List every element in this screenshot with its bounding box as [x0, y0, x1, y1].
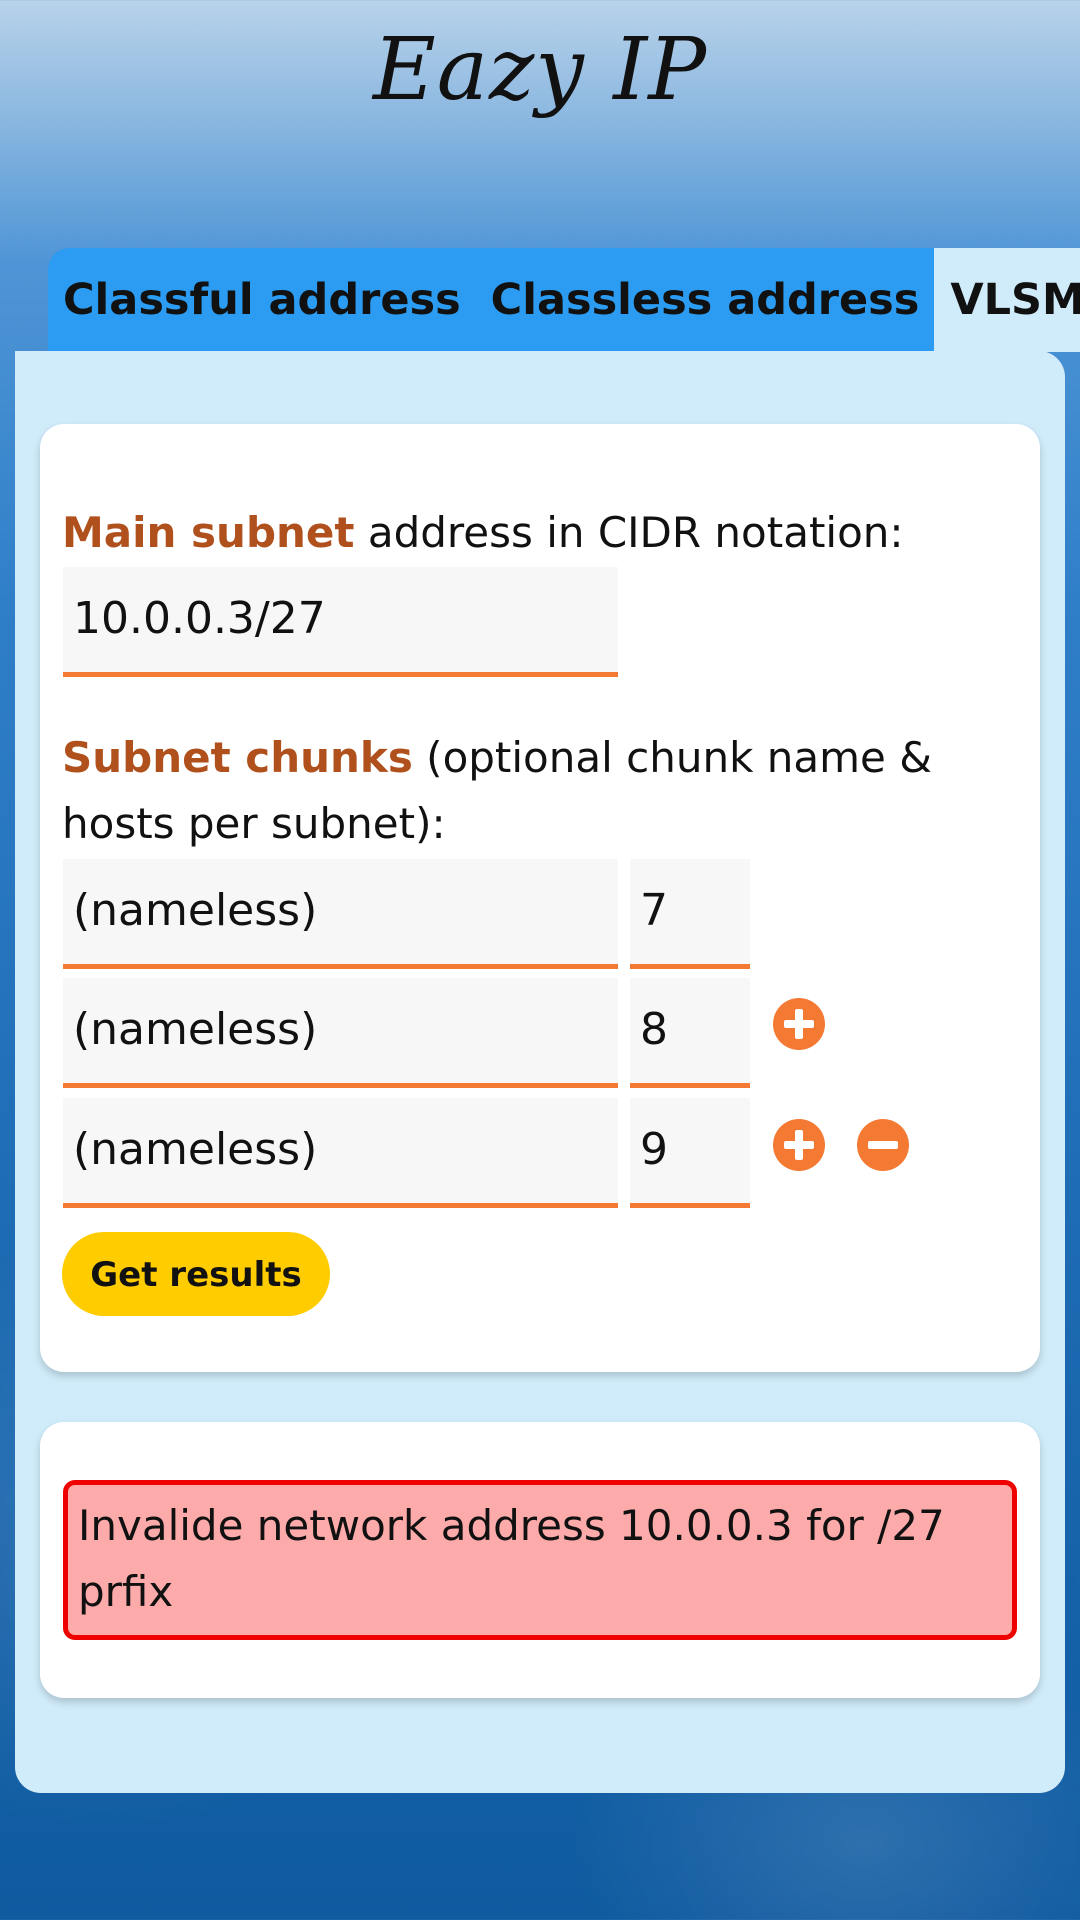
- error-message: Invalide network address 10.0.0.3 for /2…: [63, 1480, 1017, 1640]
- add-chunk-button[interactable]: [773, 1119, 825, 1171]
- chunk-hosts-input[interactable]: 8: [630, 978, 750, 1088]
- chunk-hosts-input[interactable]: 9: [630, 1098, 750, 1208]
- get-results-button[interactable]: Get results: [62, 1232, 330, 1316]
- main-subnet-label-accent: Main subnet: [62, 508, 355, 557]
- main-subnet-label-rest: address in CIDR notation:: [354, 508, 904, 557]
- tab-vlsm[interactable]: VLSM: [934, 248, 1080, 352]
- chunk-name-input[interactable]: (nameless): [63, 1098, 618, 1208]
- remove-chunk-button[interactable]: [857, 1119, 909, 1171]
- chunk-name-input[interactable]: (nameless): [63, 859, 618, 969]
- tab-classful-address[interactable]: Classful address: [48, 248, 476, 352]
- main-subnet-input[interactable]: 10.0.0.3/27: [63, 567, 618, 677]
- chunk-name-input[interactable]: (nameless): [63, 978, 618, 1088]
- chunk-hosts-input[interactable]: 7: [630, 859, 750, 969]
- subnet-chunks-label: Subnet chunks (optional chunk name & hos…: [62, 725, 962, 857]
- tab-classless-address[interactable]: Classless address: [475, 248, 935, 352]
- app-title: Eazy IP: [372, 20, 708, 120]
- main-subnet-label: Main subnet address in CIDR notation:: [62, 500, 904, 566]
- add-chunk-button[interactable]: [773, 998, 825, 1050]
- tab-bar: Classful address Classless address VLSM: [48, 248, 1080, 352]
- subnet-chunks-label-accent: Subnet chunks: [62, 733, 413, 782]
